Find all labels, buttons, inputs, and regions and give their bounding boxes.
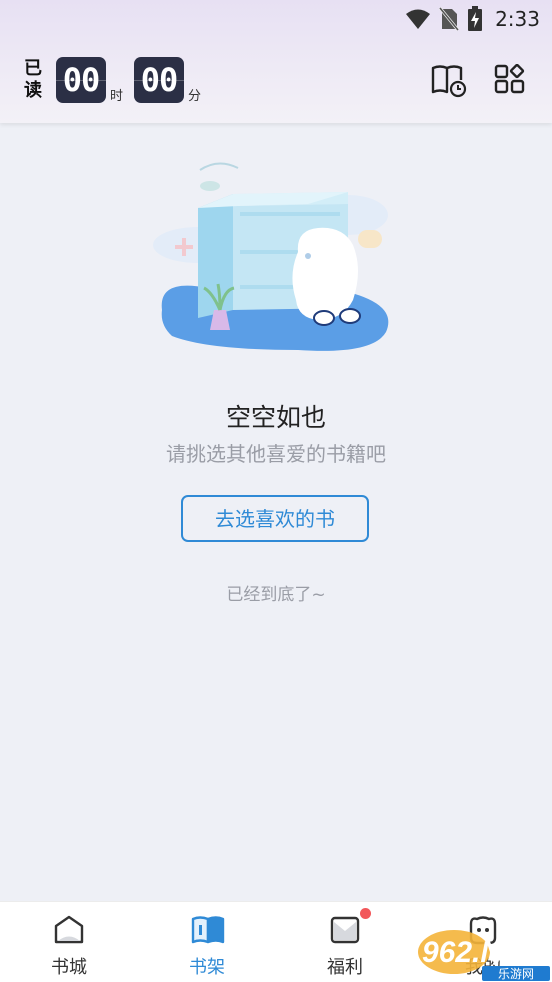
reading-history-icon[interactable]	[430, 64, 468, 98]
watermark-subtext: 乐游网	[498, 967, 534, 981]
top-header: 2:33 已读 00 时 00 分	[0, 0, 552, 123]
wifi-icon	[406, 9, 431, 29]
watermark-logo: 962.NET 乐游网	[418, 930, 550, 981]
empty-state-subtitle: 请挑选其他喜爱的书籍吧	[166, 442, 386, 466]
read-time-label: 已读	[24, 58, 42, 101]
status-bar: 2:33	[0, 0, 552, 38]
welfare-icon	[330, 916, 360, 944]
hours-unit: 时	[110, 89, 124, 104]
bookshelf-icon	[191, 916, 225, 944]
tab-label: 福利	[327, 957, 363, 978]
bookstore-icon	[54, 915, 84, 944]
choose-books-button[interactable]: 去选喜欢的书	[181, 495, 369, 542]
empty-bookshelf-illustration	[153, 162, 389, 351]
grid-menu-icon[interactable]	[494, 64, 526, 96]
tab-welfare[interactable]: 福利	[276, 902, 414, 982]
tab-bookstore[interactable]: 书城	[0, 902, 138, 982]
tab-label: 书城	[51, 957, 87, 978]
no-sim-icon	[439, 7, 460, 31]
tab-bookshelf[interactable]: 书架	[138, 902, 276, 982]
empty-state-title: 空空如也	[225, 403, 326, 432]
end-of-list-text: 已经到底了~	[226, 585, 326, 605]
tab-label: 书架	[189, 957, 225, 978]
minutes-counter: 00	[134, 57, 184, 103]
battery-charging-icon	[468, 6, 483, 31]
watermark-text: 962.NET	[422, 936, 543, 969]
minutes-unit: 分	[188, 89, 202, 104]
hours-counter: 00	[56, 57, 106, 103]
welfare-badge-dot	[360, 908, 371, 919]
status-time: 2:33	[495, 7, 540, 31]
